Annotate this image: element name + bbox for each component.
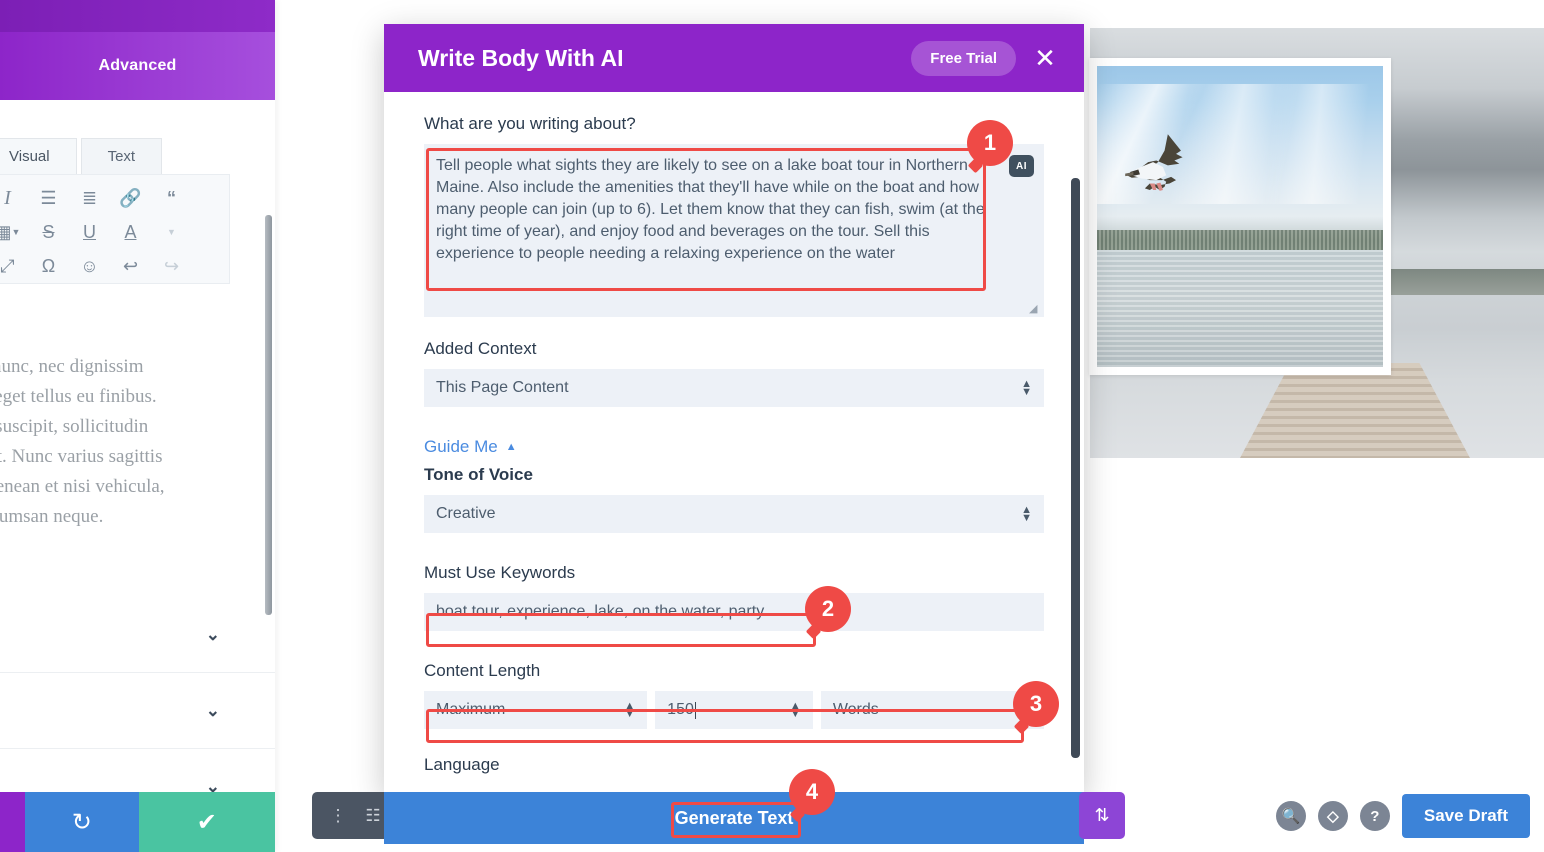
body-line: ccumsan neque. <box>0 506 104 527</box>
emoji-icon[interactable]: ☺ <box>69 249 110 283</box>
body-line: t nunc, nec dignissim <box>0 356 144 377</box>
length-number-input[interactable]: 150 ▲ ▼ <box>655 691 813 729</box>
resize-handle-icon[interactable]: ◢ <box>1029 302 1041 315</box>
tone-of-voice-value: Creative <box>436 505 496 522</box>
chevron-up-icon[interactable]: ▲ <box>506 441 517 453</box>
generate-text-bar[interactable]: Generate Text <box>384 792 1084 844</box>
added-context-label: Added Context <box>424 339 537 358</box>
content-length-label: Content Length <box>424 661 541 680</box>
number-stepper-icon[interactable]: ▲ ▼ <box>790 701 801 720</box>
modal-body[interactable]: What are you writing about? Tell people … <box>384 92 1084 794</box>
generate-text-button[interactable]: Generate Text <box>675 808 794 829</box>
tone-of-voice-select[interactable]: Creative ▲ ▼ <box>424 495 1044 533</box>
free-trial-badge[interactable]: Free Trial <box>911 40 1016 76</box>
collapsed-setting-row[interactable]: ⌄ <box>0 597 275 673</box>
color-dropdown-icon[interactable]: ▼ <box>151 215 192 249</box>
link-icon[interactable]: 🔗 <box>110 181 151 215</box>
table-icon[interactable]: ▦ ▼ <box>0 215 28 249</box>
tone-of-voice-label: Tone of Voice <box>424 465 533 484</box>
prompt-textarea-value: Tell people what sights they are likely … <box>436 157 985 262</box>
guide-me-toggle[interactable]: Guide Me ▲ <box>424 437 1044 457</box>
text-color-icon[interactable]: A <box>110 215 151 249</box>
prompt-textarea[interactable]: Tell people what sights they are likely … <box>424 144 1044 317</box>
panel-purple-tab[interactable] <box>0 792 25 852</box>
zoom-icon[interactable]: 🔍 <box>1275 801 1306 831</box>
content-length-row[interactable]: Maximum ▲▼ 150 ▲▼ Words ▲▼ <box>424 691 1044 729</box>
tab-visual[interactable]: Visual <box>0 138 77 174</box>
body-line: s eget tellus eu finibus. <box>0 386 157 407</box>
ai-badge-icon[interactable]: AI <box>1009 155 1034 177</box>
length-unit-value: Words <box>832 701 879 718</box>
numbered-list-icon[interactable]: ≣ <box>69 181 110 215</box>
bulleted-list-icon[interactable]: ☰ <box>28 181 69 215</box>
annotation-marker-4: 4 <box>789 769 835 815</box>
modal-title: Write Body With AI <box>418 44 624 71</box>
special-character-icon[interactable]: Ω <box>28 249 69 283</box>
chevron-down-icon[interactable]: ⌄ <box>206 625 220 645</box>
treeline <box>1097 230 1383 250</box>
chevron-updown-icon[interactable]: ▲▼ <box>624 701 635 720</box>
added-context-select[interactable]: This Page Content ▲ ▼ <box>424 369 1044 407</box>
italic-icon[interactable]: I <box>0 181 28 215</box>
framed-bird-photo <box>1089 58 1391 375</box>
body-line: Aenean et nisi vehicula, <box>0 476 165 497</box>
strikethrough-icon[interactable]: S <box>28 215 69 249</box>
body-line: rat. Nunc varius sagittis <box>0 446 163 467</box>
tab-text[interactable]: Text <box>80 138 163 174</box>
bottom-bar-right-group[interactable]: 🔍 ◇ ? Save Draft <box>1275 794 1530 838</box>
text-caret <box>694 701 696 719</box>
annotation-marker-3: 3 <box>1013 681 1059 727</box>
kebab-menu-icon[interactable]: ⋮ <box>329 807 346 824</box>
lake-water <box>1097 249 1383 367</box>
divi-settings-panel[interactable]: Advanced Visual Text I ☰ ≣ 🔗 “ ▦ ▼ S U A … <box>0 0 275 852</box>
chevron-updown-icon[interactable]: ▲▼ <box>1021 505 1032 524</box>
guide-me-label: Guide Me <box>424 437 498 456</box>
wireframe-view-icon[interactable]: ☷ <box>365 806 380 826</box>
modal-header: Write Body With AI Free Trial ✕ <box>384 24 1084 92</box>
panel-tab-advanced-label: Advanced <box>98 57 177 74</box>
length-number-value: 150 <box>667 701 694 718</box>
underline-icon[interactable]: U <box>69 215 110 249</box>
keywords-label: Must Use Keywords <box>424 563 576 582</box>
help-icon[interactable]: ? <box>1359 801 1390 831</box>
save-button[interactable]: ✔ <box>138 792 275 852</box>
collapsed-setting-row[interactable]: ⌄ <box>0 673 275 749</box>
length-unit-select[interactable]: Words ▲▼ <box>820 691 1044 729</box>
panel-tab-bar[interactable]: Advanced <box>0 32 275 100</box>
chevron-down-icon[interactable]: ⌄ <box>206 701 220 721</box>
panel-top-bar <box>0 0 275 32</box>
rich-text-toolbar[interactable]: I ☰ ≣ 🔗 “ ▦ ▼ S U A ▼ ⤢ Ω ☺ ↩ ↪ <box>0 174 230 284</box>
keywords-input[interactable]: boat tour, experience, lake, on the wate… <box>424 593 1044 631</box>
layers-icon[interactable]: ◇ <box>1317 801 1348 831</box>
undo-icon[interactable]: ↩ <box>110 249 151 283</box>
redo-icon[interactable]: ↪ <box>151 249 192 283</box>
panel-scrollbar[interactable] <box>265 215 272 615</box>
editor-tabs[interactable]: Visual Text <box>0 138 252 174</box>
length-mode-select[interactable]: Maximum ▲ ▼ <box>424 691 648 729</box>
chevron-updown-icon[interactable]: ▲▼ <box>1021 379 1032 398</box>
prompt-label: What are you writing about? <box>424 114 636 133</box>
body-line: e suscipit, sollicitudin <box>0 416 149 437</box>
annotation-marker-1: 1 <box>967 120 1013 166</box>
sort-updown-icon[interactable]: ⇅ <box>1079 792 1125 839</box>
close-icon[interactable]: ✕ <box>1026 39 1064 77</box>
annotation-marker-2: 2 <box>805 586 851 632</box>
wooden-dock <box>1240 363 1470 458</box>
panel-bottom-actions[interactable]: ↻ ✔ <box>0 792 275 852</box>
modal-scrollbar[interactable] <box>1071 178 1080 758</box>
flying-bird-icon <box>1125 134 1183 192</box>
language-label: Language <box>424 755 500 774</box>
fullscreen-icon[interactable]: ⤢ <box>0 249 28 283</box>
reset-button[interactable]: ↻ <box>25 792 139 852</box>
added-context-value: This Page Content <box>436 379 569 396</box>
length-mode-value: Maximum <box>436 701 506 718</box>
keywords-value: boat tour, experience, lake, on the wate… <box>436 603 765 620</box>
save-draft-button[interactable]: Save Draft <box>1401 794 1530 838</box>
blockquote-icon[interactable]: “ <box>151 181 192 215</box>
body-content-preview[interactable]: t nunc, nec dignissim s eget tellus eu f… <box>0 352 222 532</box>
